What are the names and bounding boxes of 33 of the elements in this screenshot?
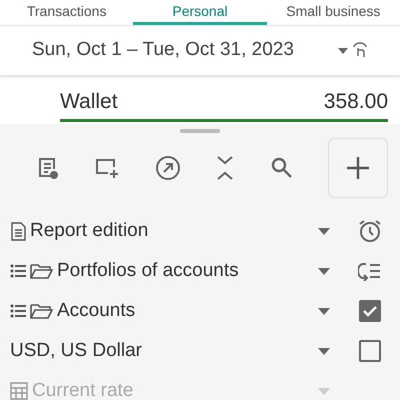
account-balance: 358.00	[324, 88, 388, 114]
add-window-icon[interactable]	[94, 157, 120, 179]
calculator-icon	[10, 382, 28, 400]
tab[interactable]: Personal	[133, 0, 267, 25]
option-label[interactable]: USD, US Dollar	[10, 336, 318, 366]
plus-icon	[346, 157, 369, 179]
folder-icon	[30, 262, 53, 280]
date-range[interactable]: Sun, Oct 1 – Tue, Oct 31, 2023	[32, 36, 338, 65]
account-name[interactable]: Wallet	[60, 86, 118, 117]
list-icon	[10, 262, 26, 280]
add-button[interactable]	[328, 138, 388, 198]
checkbox[interactable]	[358, 339, 382, 363]
option-label[interactable]: Report edition	[30, 216, 318, 246]
option-label[interactable]: Accounts	[57, 296, 318, 326]
list-loop-icon[interactable]	[358, 261, 382, 281]
report-icon[interactable]	[36, 156, 60, 180]
dropdown-arrow-icon[interactable]	[318, 268, 330, 274]
list-icon	[10, 302, 26, 320]
alarm-clock-icon[interactable]	[358, 219, 382, 243]
dropdown-arrow-icon[interactable]	[338, 48, 348, 54]
dropdown-arrow-icon[interactable]	[318, 308, 330, 314]
tab[interactable]: Small business	[266, 0, 400, 25]
drag-handle[interactable]	[180, 129, 220, 133]
tab[interactable]: Transactions	[0, 0, 134, 25]
option-label[interactable]: Portfolios of accounts	[57, 256, 318, 286]
document-icon	[10, 222, 26, 240]
search-icon[interactable]	[270, 156, 294, 180]
arrow-circle-icon[interactable]	[154, 155, 181, 181]
folder-icon	[30, 302, 53, 320]
checkbox[interactable]	[358, 299, 382, 323]
collapse-icon[interactable]	[215, 155, 236, 181]
dropdown-arrow-icon[interactable]	[318, 348, 330, 354]
dropdown-arrow-icon[interactable]	[318, 228, 330, 234]
